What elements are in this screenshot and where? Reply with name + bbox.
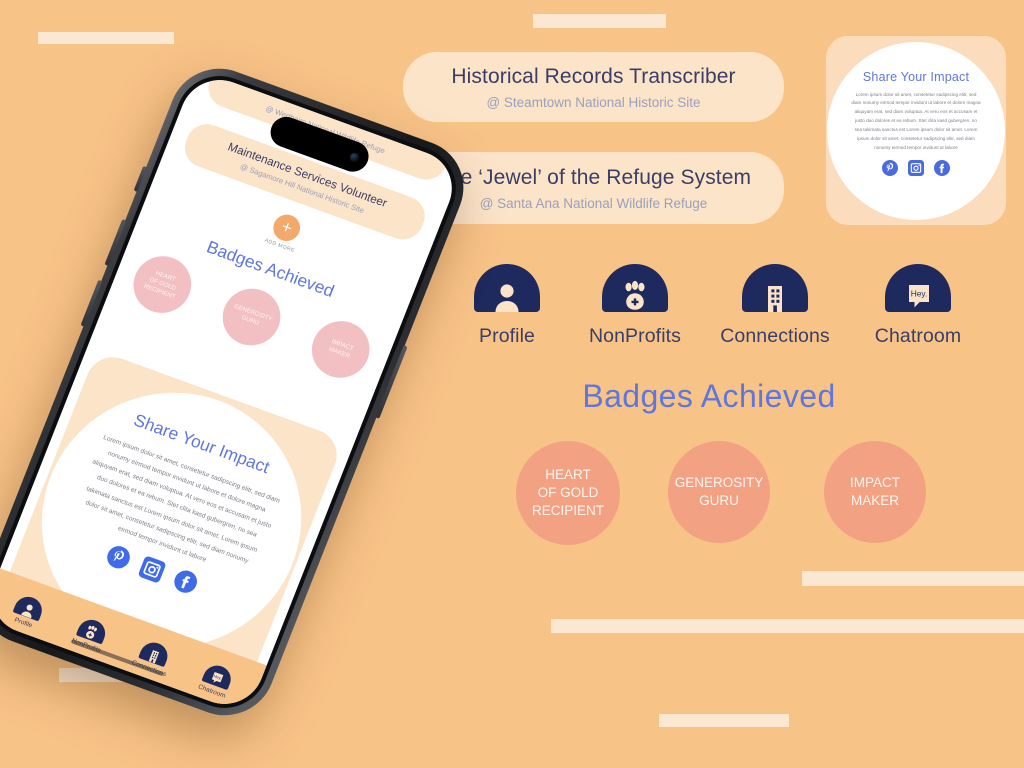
instagram-icon[interactable]: [908, 160, 924, 177]
nav-label: Connections: [720, 325, 830, 347]
decor-bar: [551, 619, 1024, 633]
badge-line: HEART: [545, 467, 591, 483]
phone-screen: @ Wertheim National Wildlife Refuge Main…: [0, 69, 464, 715]
badge-generosity-guru[interactable]: GENEROSITY GURU: [668, 441, 770, 543]
badge-generosity-guru[interactable]: GENEROSITY GURU: [214, 280, 289, 354]
nav-item-profile[interactable]: Profile: [0, 587, 63, 637]
pinterest-icon[interactable]: [104, 543, 133, 572]
decor-bar: [38, 32, 174, 44]
nav-label: NonProfits: [588, 325, 682, 347]
badge-line: MAKER: [850, 493, 899, 508]
nav-item-chatroom[interactable]: Hey. Chatroom: [848, 264, 988, 348]
nav-item-nonprofits[interactable]: NonProfits: [565, 264, 705, 348]
pinterest-icon[interactable]: [882, 160, 898, 177]
phone-bezel: @ Wertheim National Wildlife Refuge Main…: [0, 64, 469, 720]
paw-icon: [602, 264, 668, 312]
badge-heart-of-gold[interactable]: HEART OF GOLD RECIPIENT: [125, 248, 200, 321]
impact-title: Share Your Impact: [862, 69, 970, 84]
nav-label: Chatroom: [874, 325, 962, 347]
building-icon: [742, 264, 808, 312]
badge-line: RECIPIENT: [531, 502, 604, 518]
share-your-impact-card: Share Your Impact Lorem ipsum dolor sit …: [826, 36, 1006, 225]
design-mockup-canvas: Historical Records Transcriber @ Steamto…: [0, 0, 1024, 768]
decor-bar: [533, 14, 666, 28]
impact-body-text: Lorem ipsum dolor sit amet, consetetur s…: [851, 91, 981, 151]
chat-bubble-text: Hey.: [911, 288, 928, 298]
badge-line: GURU: [699, 493, 739, 508]
badge-impact-maker[interactable]: IMPACT MAKER: [824, 441, 926, 543]
speech-bubble-icon: Hey.: [885, 264, 951, 312]
instagram-icon[interactable]: [137, 555, 166, 584]
plus-icon: +: [269, 210, 304, 245]
badge-impact-maker[interactable]: IMPACT MAKER: [303, 313, 379, 386]
badge-line: IMPACT: [850, 475, 900, 491]
badges-heading-text: Badges Achieved: [582, 378, 836, 414]
nav-item-connections[interactable]: Connections: [118, 633, 189, 683]
decor-bar: [659, 714, 789, 727]
front-camera-icon: [348, 151, 361, 163]
phone-mockup: @ Wertheim National Wildlife Refuge Main…: [0, 54, 532, 730]
badge-line: OF GOLD: [537, 485, 599, 501]
nav-item-nonprofits[interactable]: NonProfits: [55, 610, 126, 660]
badge-line: GENEROSITY: [674, 475, 764, 491]
decor-bar: [802, 571, 1024, 586]
facebook-icon[interactable]: [934, 160, 950, 177]
nav-item-connections[interactable]: Connections: [705, 264, 845, 348]
facebook-icon[interactable]: [171, 567, 200, 596]
nav-item-chatroom[interactable]: Hey. Chatroom: [181, 656, 252, 706]
social-links: [882, 160, 950, 177]
impact-circle: Share Your Impact Lorem ipsum dolor sit …: [827, 41, 1005, 220]
